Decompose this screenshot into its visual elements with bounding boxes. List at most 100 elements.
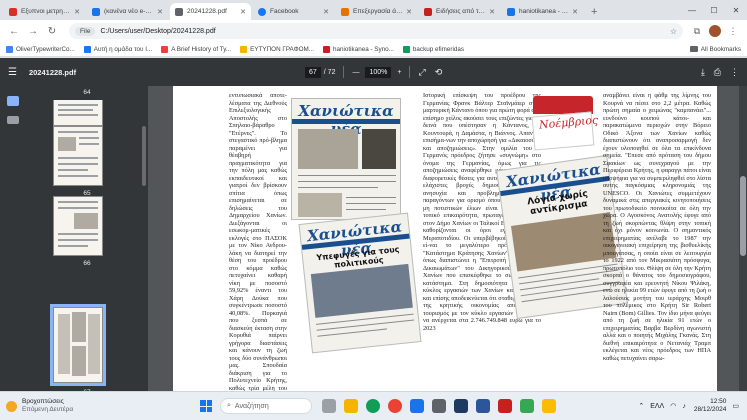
close-window-icon[interactable]: ✕	[725, 0, 747, 20]
all-bookmarks-label: All Bookmarks	[700, 45, 741, 53]
chevron-up-icon[interactable]: ⌃	[638, 402, 644, 410]
page-number-input[interactable]: 67	[305, 66, 321, 78]
bookmark-item[interactable]: Αυτή η ομάδα του Ι...	[83, 45, 153, 53]
tab-1[interactable]: (κανένα νέο e-mail) ✕	[87, 3, 168, 20]
print-icon[interactable]: ⎙	[714, 67, 721, 78]
pdf-filename: 20241228.pdf	[28, 67, 77, 77]
thumbnails-icon[interactable]	[7, 96, 19, 106]
tab-0[interactable]: Εξυπνοι μετρητές Ι ✕	[4, 3, 85, 20]
notification-icon[interactable]: ▭	[732, 402, 739, 410]
clock[interactable]: 12:50 28/12/2024	[694, 398, 727, 414]
all-bookmarks-button[interactable]: All Bookmarks	[689, 45, 741, 53]
bookmark-favicon-icon	[402, 45, 410, 53]
zoom-in-button[interactable]: +	[397, 69, 401, 76]
bookmark-favicon-icon	[323, 45, 330, 53]
divider	[409, 66, 411, 78]
close-icon[interactable]: ✕	[489, 8, 495, 16]
clock-time: 12:50	[710, 398, 727, 405]
bookmark-label: A Brief History of Ty...	[171, 45, 232, 53]
word-icon[interactable]	[476, 399, 490, 413]
avatar[interactable]	[709, 25, 721, 37]
thumbnail-page-66[interactable]	[53, 196, 103, 256]
sidebar-scrollbar[interactable]	[142, 126, 146, 186]
bookmark-label: backup efimeridas	[412, 45, 465, 53]
calendar-graphic: Νοέμβριος	[529, 94, 599, 156]
minimize-icon[interactable]: —	[681, 0, 703, 20]
taskview-icon[interactable]	[322, 399, 336, 413]
article-column-1: εντυπωσιακά αποτε-λέσματα της Διεθνούς Ε…	[229, 92, 287, 391]
tab-4[interactable]: Επεξεργασία άρθρο✕	[336, 3, 417, 20]
weather-widget[interactable]: Βροχοπτώσεις Επόμενη Δευτέρα	[0, 398, 120, 414]
star-icon[interactable]: ☆	[670, 27, 677, 36]
outline-icon[interactable]	[7, 116, 19, 124]
thumbnail-page-67[interactable]	[50, 304, 106, 386]
zoom-out-button[interactable]: —	[352, 69, 359, 76]
url-text: C:/Users/user/Desktop/20241228.pdf	[100, 27, 216, 35]
close-icon[interactable]: ✕	[157, 8, 163, 16]
tab-favicon-icon	[92, 7, 100, 16]
pdf-page: εντυπωσιακά αποτε-λέσματα της Διεθνούς Ε…	[173, 86, 717, 391]
tab-label: Επεξεργασία άρθρο	[353, 8, 404, 15]
pdf-viewer: εντυπωσιακά αποτε-λέσματα της Διεθνούς Ε…	[148, 86, 747, 391]
edge-icon[interactable]	[366, 399, 380, 413]
bookmark-item[interactable]: backup efimeridas	[402, 45, 465, 53]
rotate-icon[interactable]: ⟲	[435, 67, 443, 78]
thumbnail-number: 64	[83, 89, 91, 96]
fit-page-icon[interactable]: ⤢	[418, 67, 425, 78]
back-icon[interactable]: ←	[6, 23, 22, 39]
bookmark-item[interactable]: haniotikanea - Syno...	[323, 45, 394, 53]
tab-5[interactable]: Ειδήσεις από τα Χα✕	[419, 3, 500, 20]
thumbnail-list: 64 65 66 67	[26, 86, 148, 391]
reload-icon[interactable]: ↻	[44, 23, 60, 39]
download-icon[interactable]: ⤓	[701, 67, 705, 78]
close-icon[interactable]: ✕	[74, 8, 80, 16]
close-icon[interactable]: ✕	[323, 8, 329, 16]
hamburger-menu-icon[interactable]: ☰	[8, 67, 17, 78]
file-explorer-icon[interactable]	[344, 399, 358, 413]
bookmark-label: Αυτή η ομάδα του Ι...	[93, 45, 153, 53]
app-icon[interactable]	[542, 399, 556, 413]
tab-6[interactable]: haniotikanea - Sync✕	[502, 3, 583, 20]
weather-icon	[6, 400, 17, 412]
app-icon[interactable]	[520, 399, 534, 413]
mail-icon[interactable]	[410, 399, 424, 413]
wifi-icon[interactable]: ◠	[670, 402, 676, 410]
thumbnail-page-65[interactable]	[53, 126, 103, 186]
taskbar-center: ⌕ Αναζήτηση	[200, 398, 560, 414]
maximize-icon[interactable]: ☐	[703, 0, 725, 20]
close-icon[interactable]: ✕	[406, 8, 412, 16]
scrollbar-thumb[interactable]	[740, 176, 746, 256]
bookmark-item[interactable]: ΕΥΤΥΠΟΝ ΓΡΑΦΟΜ...	[240, 45, 314, 53]
start-icon[interactable]	[200, 400, 212, 412]
tab-2[interactable]: 20241228.pdf ✕	[170, 3, 251, 20]
more-options-icon[interactable]: ⋮	[730, 67, 739, 78]
taskbar-search[interactable]: ⌕ Αναζήτηση	[220, 398, 312, 414]
pdf-app-icon[interactable]	[498, 399, 512, 413]
bookmark-favicon-icon	[83, 45, 91, 53]
tab-label: haniotikanea - Sync	[519, 8, 570, 15]
zoom-input[interactable]: 100%	[365, 66, 392, 78]
bookmark-label: ΕΥΤΥΠΟΝ ΓΡΑΦΟΜ...	[250, 45, 314, 53]
address-bar[interactable]: File C:/Users/user/Desktop/20241228.pdf …	[69, 23, 683, 39]
weather-main: Βροχοπτώσεις	[22, 398, 64, 405]
chrome-icon[interactable]	[388, 399, 402, 413]
photoshop-icon[interactable]	[454, 399, 468, 413]
bookmarks-bar: OliverTypewriterCo... Αυτή η ομάδα του Ι…	[0, 42, 747, 57]
tab-favicon-icon	[258, 7, 266, 16]
forward-icon[interactable]: →	[25, 23, 41, 39]
newspaper-figure-2: Χανιώτικα νέα Υπεφυγές για τους πολιτικο…	[298, 212, 422, 354]
thumbnail-page-64[interactable]	[53, 100, 103, 126]
close-icon[interactable]: ✕	[240, 8, 246, 16]
extensions-icon[interactable]: ⧉	[689, 23, 705, 39]
bookmark-item[interactable]: OliverTypewriterCo...	[6, 45, 75, 53]
tab-3[interactable]: Facebook ✕	[253, 3, 334, 20]
volume-icon[interactable]: ♪	[682, 403, 686, 410]
close-icon[interactable]: ✕	[572, 8, 578, 16]
menu-icon[interactable]: ⋮	[725, 23, 741, 39]
store-icon[interactable]	[432, 399, 446, 413]
language-indicator[interactable]: ΕΛΛ	[650, 403, 664, 410]
bookmark-item[interactable]: A Brief History of Ty...	[161, 45, 232, 53]
new-tab-button[interactable]: +	[585, 3, 603, 20]
viewer-scrollbar[interactable]	[739, 86, 747, 391]
tab-label: 20241228.pdf	[187, 8, 227, 15]
